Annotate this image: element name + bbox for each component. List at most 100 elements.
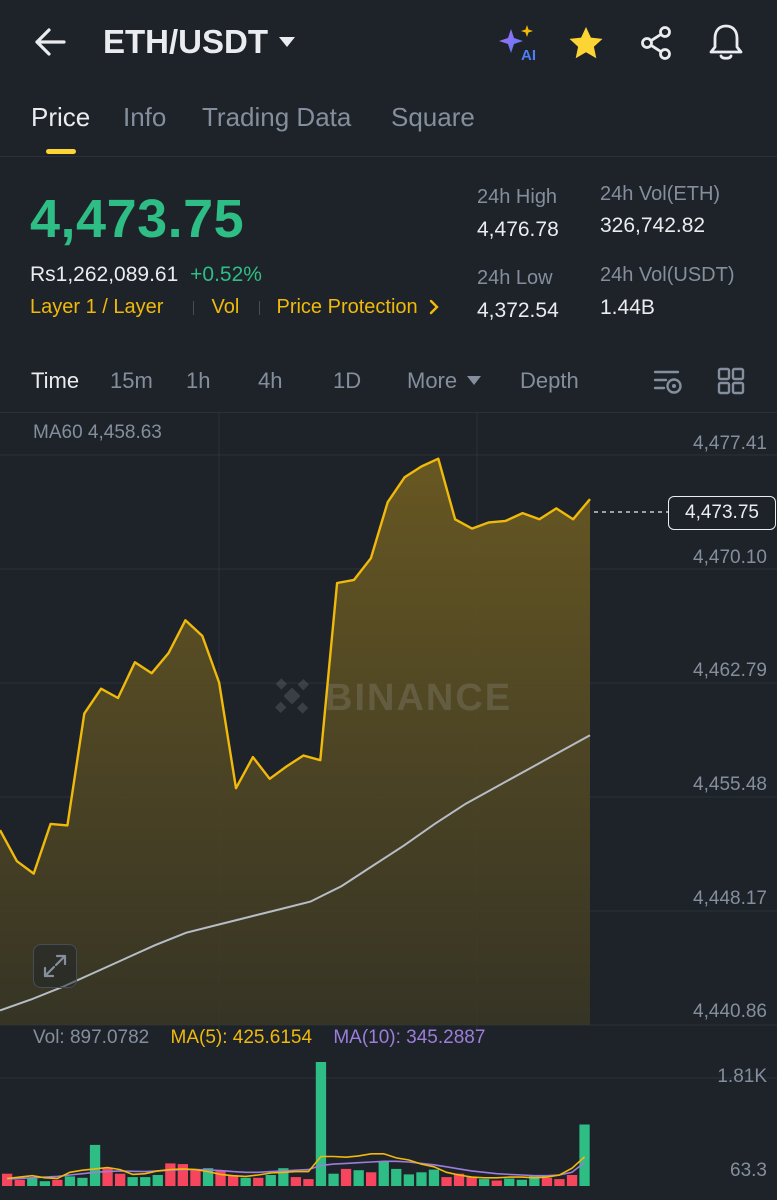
depth-tab[interactable]: Depth bbox=[520, 368, 579, 394]
back-arrow-icon bbox=[35, 28, 66, 56]
volume-bar bbox=[353, 1170, 364, 1186]
ma60-legend: MA60 4,458.63 bbox=[33, 422, 162, 443]
tabs-divider bbox=[0, 156, 777, 157]
volume-bar bbox=[554, 1179, 565, 1186]
ma5-value: MA(5): 425.6154 bbox=[170, 1027, 313, 1048]
vol-eth-value: 326,742.82 bbox=[600, 214, 706, 237]
tag-separator bbox=[192, 300, 194, 315]
timeframe-1d[interactable]: 1D bbox=[333, 368, 361, 394]
price-protection-link[interactable]: Price Protection bbox=[276, 296, 417, 318]
high-label: 24h High bbox=[477, 186, 558, 208]
volume-bar bbox=[466, 1177, 477, 1186]
tab-price[interactable]: Price bbox=[31, 102, 90, 133]
indicator-settings-button[interactable] bbox=[650, 364, 686, 398]
volume-bar bbox=[77, 1177, 88, 1186]
tab-info[interactable]: Info bbox=[123, 102, 166, 133]
high-value: 4,476.78 bbox=[477, 218, 559, 241]
low-value: 4,372.54 bbox=[477, 299, 559, 322]
price-change: +0.52% bbox=[190, 263, 262, 286]
tag-vol[interactable]: Vol bbox=[212, 296, 240, 318]
layout-grid-button[interactable] bbox=[713, 364, 749, 398]
volume-bar bbox=[516, 1179, 527, 1186]
volume-bar bbox=[479, 1179, 490, 1186]
volume-bar bbox=[14, 1179, 25, 1186]
tags-row: Layer 1 / Layer Vol Price Protection bbox=[30, 296, 439, 319]
vol-usdt-label: 24h Vol(USDT) bbox=[600, 264, 735, 286]
pair-selector[interactable]: ETH/USDT bbox=[103, 20, 296, 64]
back-button[interactable] bbox=[28, 22, 72, 62]
vol-usdt-value: 1.44B bbox=[600, 296, 655, 319]
volume-bar bbox=[27, 1178, 38, 1186]
volume-bar bbox=[102, 1167, 113, 1186]
indicator-settings-icon bbox=[653, 370, 682, 394]
share-button[interactable] bbox=[634, 22, 678, 64]
caret-down-icon bbox=[467, 376, 482, 385]
chevron-right-icon bbox=[430, 299, 439, 315]
fullscreen-button[interactable] bbox=[33, 944, 77, 988]
volume-legend: Vol: 897.0782 MA(5): 425.6154 MA(10): 34… bbox=[33, 1027, 485, 1049]
svg-text:BINANCE: BINANCE bbox=[325, 677, 512, 719]
current-price-marker: 4,473.75 bbox=[668, 496, 776, 530]
tab-trading-data[interactable]: Trading Data bbox=[202, 102, 351, 133]
ai-sparkle-icon: AI bbox=[499, 25, 536, 63]
fiat-price-row: Rs1,262,089.61 +0.52% bbox=[30, 263, 262, 287]
caret-down-icon bbox=[279, 37, 295, 47]
y-axis-label: 4,470.10 bbox=[693, 547, 767, 568]
timeframe-15m[interactable]: 15m bbox=[110, 368, 153, 394]
volume-bar bbox=[378, 1162, 389, 1186]
vol-eth-label: 24h Vol(ETH) bbox=[600, 183, 721, 205]
volume-bar bbox=[579, 1124, 590, 1186]
timeframe-1h[interactable]: 1h bbox=[186, 368, 210, 394]
volume-chart[interactable] bbox=[0, 1050, 777, 1200]
binance-watermark: BINANCE bbox=[275, 677, 512, 719]
volume-bar bbox=[566, 1175, 578, 1186]
vol-axis-label: 63.3 bbox=[730, 1160, 767, 1181]
volume-bar bbox=[340, 1168, 352, 1186]
tab-square[interactable]: Square bbox=[391, 102, 475, 133]
timeframe-time[interactable]: Time bbox=[31, 368, 79, 394]
volume-bar bbox=[290, 1177, 301, 1186]
active-tab-indicator bbox=[46, 149, 76, 154]
volume-bar bbox=[240, 1177, 251, 1186]
price-chart[interactable]: BINANCE bbox=[0, 412, 777, 1032]
alert-button[interactable] bbox=[704, 20, 748, 64]
more-timeframes-dropdown[interactable]: More bbox=[407, 368, 482, 394]
volume-bar bbox=[265, 1175, 276, 1186]
volume-bar bbox=[228, 1175, 239, 1186]
volume-bar bbox=[177, 1164, 188, 1186]
last-price: 4,473.75 bbox=[30, 189, 245, 249]
volume-bar bbox=[303, 1179, 314, 1186]
favorite-button[interactable] bbox=[564, 22, 608, 64]
y-axis-label: 4,477.41 bbox=[693, 433, 767, 454]
vol-value: Vol: 897.0782 bbox=[33, 1027, 150, 1048]
volume-bar bbox=[165, 1163, 176, 1186]
volume-bar bbox=[541, 1177, 553, 1186]
y-axis-label: 4,448.17 bbox=[693, 888, 767, 909]
price-area-fill bbox=[0, 458, 590, 1025]
tag-separator bbox=[258, 300, 260, 315]
tag-category[interactable]: Layer 1 / Layer bbox=[30, 296, 163, 318]
fiat-price: Rs1,262,089.61 bbox=[30, 263, 179, 286]
volume-bar bbox=[140, 1177, 151, 1186]
volume-bar bbox=[52, 1179, 63, 1186]
y-axis-label: 4,455.48 bbox=[693, 774, 767, 795]
volume-bar bbox=[152, 1175, 163, 1186]
volume-bar bbox=[366, 1172, 377, 1186]
volume-bar bbox=[190, 1170, 201, 1186]
volume-bar bbox=[115, 1173, 126, 1186]
ai-button[interactable]: AI bbox=[496, 22, 540, 64]
volume-bar bbox=[64, 1176, 76, 1186]
share-icon bbox=[641, 26, 671, 60]
volume-bar bbox=[39, 1181, 50, 1186]
star-icon bbox=[569, 27, 603, 59]
expand-icon bbox=[43, 954, 67, 978]
grid-icon bbox=[717, 367, 745, 395]
timeframe-4h[interactable]: 4h bbox=[258, 368, 282, 394]
volume-bar bbox=[127, 1177, 138, 1186]
bell-icon bbox=[709, 24, 743, 60]
more-label: More bbox=[407, 368, 458, 393]
volume-bar bbox=[491, 1180, 502, 1186]
volume-bar bbox=[441, 1177, 452, 1186]
ma10-value: MA(10): 345.2887 bbox=[333, 1027, 486, 1048]
svg-text:AI: AI bbox=[521, 47, 536, 63]
